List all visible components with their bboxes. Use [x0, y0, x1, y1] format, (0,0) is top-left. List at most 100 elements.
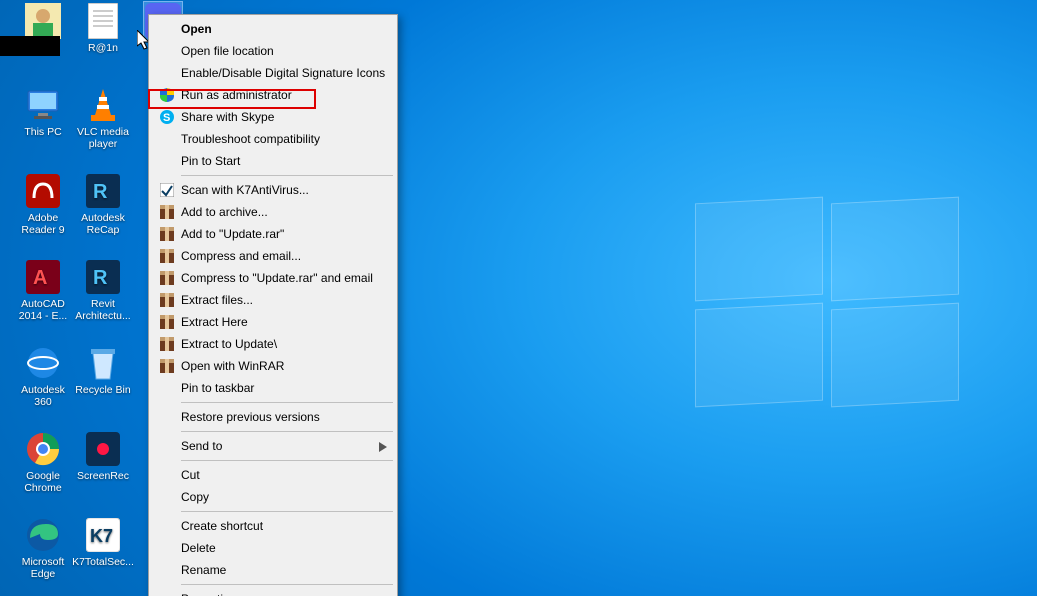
- menu-separator: [181, 431, 393, 432]
- winrar-icon: [159, 270, 175, 286]
- menu-item-label: Enable/Disable Digital Signature Icons: [181, 66, 385, 80]
- winrar-icon: [159, 226, 175, 242]
- desktop[interactable]: R@1n This PC VLC media player A: [0, 0, 1037, 596]
- desktop-icon-autocad[interactable]: A AutoCAD 2014 - E...: [12, 258, 74, 322]
- menu-item-label: Add to "Update.rar": [181, 227, 284, 241]
- desktop-icon-label: Autodesk 360: [12, 384, 74, 408]
- autodesk-360-icon: [24, 344, 62, 382]
- menu-item-cut[interactable]: Cut: [151, 464, 395, 486]
- menu-item-add-update-rar[interactable]: Add to "Update.rar": [151, 223, 395, 245]
- menu-item-enable-disable-signature[interactable]: Enable/Disable Digital Signature Icons: [151, 62, 395, 84]
- text-file-icon: [84, 2, 122, 40]
- menu-separator: [181, 511, 393, 512]
- menu-item-label: Pin to Start: [181, 154, 240, 168]
- autocad-icon: A: [24, 258, 62, 296]
- menu-item-rename[interactable]: Rename: [151, 559, 395, 581]
- menu-item-share-skype[interactable]: S Share with Skype: [151, 106, 395, 128]
- menu-item-label: Send to: [181, 439, 222, 453]
- edge-icon: [24, 516, 62, 554]
- desktop-icon-label: K7TotalSec...: [72, 556, 134, 568]
- winrar-icon: [159, 248, 175, 264]
- adobe-reader-icon: [24, 172, 62, 210]
- menu-item-label: Add to archive...: [181, 205, 268, 219]
- screenrec-icon: [84, 430, 122, 468]
- menu-item-create-shortcut[interactable]: Create shortcut: [151, 515, 395, 537]
- menu-item-label: Rename: [181, 563, 226, 577]
- submenu-arrow-icon: [379, 441, 387, 455]
- menu-separator: [181, 584, 393, 585]
- desktop-icon-recycle-bin[interactable]: Recycle Bin: [72, 344, 134, 396]
- menu-separator: [181, 460, 393, 461]
- menu-item-label: Create shortcut: [181, 519, 263, 533]
- desktop-icon-revit[interactable]: R Revit Architectu...: [72, 258, 134, 322]
- menu-item-label: Troubleshoot compatibility: [181, 132, 320, 146]
- skype-icon: S: [159, 109, 175, 125]
- redacted-label: [0, 36, 60, 56]
- desktop-icon-vlc[interactable]: VLC media player: [72, 86, 134, 150]
- windows-logo-background: [695, 200, 965, 410]
- desktop-icon-r01n[interactable]: R@1n: [72, 2, 134, 54]
- menu-item-extract-to-update[interactable]: Extract to Update\: [151, 333, 395, 355]
- menu-item-label: Share with Skype: [181, 110, 274, 124]
- context-menu: Open Open file location Enable/Disable D…: [148, 14, 398, 596]
- winrar-icon: [159, 358, 175, 374]
- winrar-icon: [159, 314, 175, 330]
- menu-item-label: Pin to taskbar: [181, 381, 254, 395]
- menu-item-label: Extract Here: [181, 315, 248, 329]
- menu-item-add-archive[interactable]: Add to archive...: [151, 201, 395, 223]
- k7-scan-icon: [159, 182, 175, 198]
- menu-item-label: Open file location: [181, 44, 274, 58]
- uac-shield-icon: [159, 87, 175, 103]
- svg-text:S: S: [163, 112, 170, 124]
- menu-item-label: Cut: [181, 468, 200, 482]
- menu-item-copy[interactable]: Copy: [151, 486, 395, 508]
- menu-item-delete[interactable]: Delete: [151, 537, 395, 559]
- desktop-icon-adobe-reader[interactable]: Adobe Reader 9: [12, 172, 74, 236]
- desktop-icon-autodesk-recap[interactable]: R Autodesk ReCap: [72, 172, 134, 236]
- menu-item-open-winrar[interactable]: Open with WinRAR: [151, 355, 395, 377]
- svg-text:K7: K7: [90, 526, 113, 546]
- menu-item-label: Run as administrator: [181, 88, 292, 102]
- winrar-icon: [159, 204, 175, 220]
- desktop-icon-label: R@1n: [72, 42, 134, 54]
- menu-item-open[interactable]: Open: [151, 18, 395, 40]
- menu-item-compress-update-email[interactable]: Compress to "Update.rar" and email: [151, 267, 395, 289]
- menu-item-label: Open with WinRAR: [181, 359, 284, 373]
- menu-item-pin-to-start[interactable]: Pin to Start: [151, 150, 395, 172]
- menu-item-restore-previous-versions[interactable]: Restore previous versions: [151, 406, 395, 428]
- menu-item-extract-files[interactable]: Extract files...: [151, 289, 395, 311]
- desktop-icon-label: Google Chrome: [12, 470, 74, 494]
- desktop-icon-chrome[interactable]: Google Chrome: [12, 430, 74, 494]
- menu-item-label: Compress and email...: [181, 249, 301, 263]
- menu-item-pin-to-taskbar[interactable]: Pin to taskbar: [151, 377, 395, 399]
- desktop-icon-label: Adobe Reader 9: [12, 212, 74, 236]
- desktop-icon-label: Microsoft Edge: [12, 556, 74, 580]
- desktop-icon-label: Autodesk ReCap: [72, 212, 134, 236]
- menu-item-send-to[interactable]: Send to: [151, 435, 395, 457]
- desktop-icon-edge[interactable]: Microsoft Edge: [12, 516, 74, 580]
- menu-item-scan-k7[interactable]: Scan with K7AntiVirus...: [151, 179, 395, 201]
- chrome-icon: [24, 430, 62, 468]
- desktop-icon-this-pc[interactable]: This PC: [12, 86, 74, 138]
- recycle-bin-icon: [84, 344, 122, 382]
- svg-text:A: A: [33, 267, 47, 289]
- user-avatar-icon: [24, 2, 62, 40]
- menu-item-compress-email[interactable]: Compress and email...: [151, 245, 395, 267]
- menu-item-properties[interactable]: Properties: [151, 588, 395, 596]
- menu-item-label: Restore previous versions: [181, 410, 320, 424]
- desktop-icon-autodesk-360[interactable]: Autodesk 360: [12, 344, 74, 408]
- winrar-icon: [159, 336, 175, 352]
- desktop-icon-k7[interactable]: K7 K7TotalSec...: [72, 516, 134, 568]
- revit-icon: R: [84, 258, 122, 296]
- menu-item-troubleshoot[interactable]: Troubleshoot compatibility: [151, 128, 395, 150]
- this-pc-icon: [24, 86, 62, 124]
- menu-item-extract-here[interactable]: Extract Here: [151, 311, 395, 333]
- menu-item-label: Scan with K7AntiVirus...: [181, 183, 309, 197]
- desktop-icon-screenrec[interactable]: ScreenRec: [72, 430, 134, 482]
- desktop-icon-label: This PC: [12, 126, 74, 138]
- k7-icon: K7: [84, 516, 122, 554]
- vlc-icon: [84, 86, 122, 124]
- menu-item-open-file-location[interactable]: Open file location: [151, 40, 395, 62]
- menu-separator: [181, 402, 393, 403]
- menu-item-run-as-administrator[interactable]: Run as administrator: [151, 84, 395, 106]
